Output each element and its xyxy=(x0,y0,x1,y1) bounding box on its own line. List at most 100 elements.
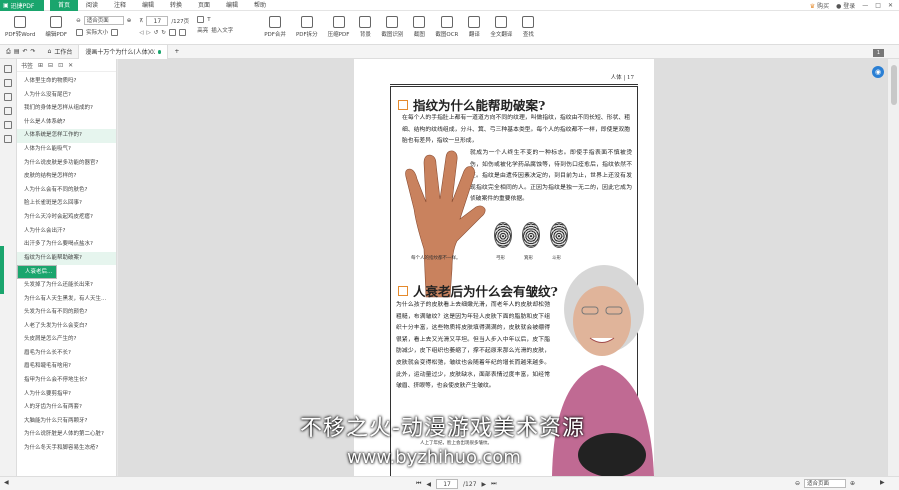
login-link[interactable]: ● 登录 xyxy=(836,1,855,10)
actual-size-button[interactable]: 实际大小 xyxy=(86,28,108,36)
zoom-select[interactable]: 适合页面 xyxy=(83,16,124,25)
bookmark-item[interactable]: 为什么说皮肤是多功能的器官? xyxy=(17,157,116,171)
bookmark-item[interactable]: 眉毛和睫毛有啥用? xyxy=(17,360,116,374)
status-zoom-in-icon[interactable]: ⊕ xyxy=(850,480,855,487)
scroll-right-icon[interactable]: ▶ xyxy=(880,479,885,486)
status-last-icon[interactable]: ⏭ xyxy=(491,480,496,488)
undo-icon[interactable]: ↺ xyxy=(154,30,159,36)
menu-item[interactable]: 编辑 xyxy=(134,0,162,11)
layers-panel-icon[interactable] xyxy=(4,135,12,143)
bookmark-item[interactable]: 指甲为什么会不停地生长? xyxy=(17,374,116,388)
bookmark-item[interactable]: 人体里生命的物质吗? xyxy=(17,75,116,89)
bookmark-item[interactable]: 什么是人体系统? xyxy=(17,116,116,130)
text-tool-icon[interactable]: T xyxy=(207,17,210,23)
redo-tab-icon[interactable]: ↷ xyxy=(31,48,36,55)
bookmark-close-icon[interactable]: ✕ xyxy=(68,62,73,69)
snapshot-button[interactable]: 截图 xyxy=(408,16,430,38)
close-icon[interactable]: ✕ xyxy=(888,2,893,9)
vertical-scrollbar[interactable] xyxy=(887,59,899,476)
minimize-icon[interactable]: — xyxy=(862,2,868,9)
status-zoom-select[interactable]: 适合页面 xyxy=(804,479,847,488)
bookmark-item[interactable]: 为什么有人天生黑发，有人天生... xyxy=(17,293,116,307)
bookmark-item[interactable]: 头发掉了为什么还能长出来? xyxy=(17,279,116,293)
bookmark-item[interactable]: 出汗多了为什么要喝点盐水? xyxy=(17,238,116,252)
status-page-input[interactable]: 17 xyxy=(436,479,459,489)
single-page-icon[interactable] xyxy=(178,29,186,36)
tab-workbench[interactable]: ⌂ 工作台 xyxy=(42,45,79,59)
tab-document[interactable]: 漫画十万个为什么(人体)02... xyxy=(78,44,169,59)
bookmark-item[interactable]: 人为什么要剪指甲? xyxy=(17,388,116,402)
sync-panel-icon[interactable] xyxy=(4,121,12,129)
compress-pdf-button[interactable]: 压缩PDF xyxy=(323,16,355,38)
menu-item[interactable]: 帮助 xyxy=(246,0,274,11)
bookmark-item[interactable]: 为什么天冷时会起鸡皮疙瘩? xyxy=(17,211,116,225)
bookmark-item[interactable]: 脸上长雀斑是怎么回事? xyxy=(17,197,116,211)
buy-link[interactable]: ♛ 购买 xyxy=(810,1,829,10)
screenshot-ocr-button[interactable]: 截图OCR xyxy=(430,16,463,38)
save-icon[interactable]: ▤ xyxy=(14,48,20,55)
maximize-icon[interactable]: □ xyxy=(875,2,881,9)
print-icon[interactable]: ⎙ xyxy=(6,48,11,56)
bookmark-item[interactable]: 指纹为什么能帮助破案? xyxy=(17,251,116,266)
menu-item[interactable]: 编辑 xyxy=(218,0,246,11)
status-next-icon[interactable]: ▶ xyxy=(482,481,487,488)
bookmark-item[interactable]: 眉毛为什么长不长? xyxy=(17,347,116,361)
new-tab-button[interactable]: + xyxy=(168,45,185,59)
translate-button[interactable]: 翻译 xyxy=(463,16,485,38)
pdf-merge-button[interactable]: PDF合并 xyxy=(259,16,291,38)
menu-item[interactable]: 阅读 xyxy=(78,0,106,11)
thumbnail-icon[interactable] xyxy=(168,29,176,36)
bookmark-item[interactable]: 人衰老后为什么会有皱纹? xyxy=(17,265,57,279)
first-page-icon[interactable]: ⊼ xyxy=(139,18,143,24)
fit-icon[interactable] xyxy=(76,28,84,36)
screenshot-recognize-button[interactable]: 截图识别 xyxy=(376,16,408,38)
menu-item[interactable]: 注释 xyxy=(106,0,134,11)
bookmark-delete-icon[interactable]: ⊟ xyxy=(48,62,53,69)
bookmark-panel-icon[interactable] xyxy=(4,65,12,73)
zoom-out-icon[interactable]: ⊖ xyxy=(76,18,81,24)
bookmark-item[interactable]: 人为什么没有尾巴? xyxy=(17,89,116,103)
scrollbar-thumb[interactable] xyxy=(891,65,897,105)
bookmark-item[interactable]: 皮肤的结构是怎样的? xyxy=(17,170,116,184)
bookmark-item[interactable]: 人老了头发为什么会变白? xyxy=(17,320,116,334)
bookmark-item[interactable]: 人为什么会出汗? xyxy=(17,225,116,239)
bookmark-add-icon[interactable]: ⊞ xyxy=(38,62,43,69)
comment-panel-icon[interactable] xyxy=(4,93,12,101)
pdf-to-word-button[interactable]: PDF转Word xyxy=(0,16,40,38)
edit-pdf-button[interactable]: 编辑PDF xyxy=(40,16,72,38)
menu-item[interactable]: 首页 xyxy=(50,0,78,11)
panel-collapse-handle[interactable] xyxy=(0,246,4,294)
bookmark-item[interactable]: 头发为什么有不同的颜色? xyxy=(17,306,116,320)
thumbnail-panel-icon[interactable] xyxy=(4,79,12,87)
menu-item[interactable]: 页面 xyxy=(190,0,218,11)
status-prev-icon[interactable]: ◀ xyxy=(426,481,431,488)
bookmark-item[interactable]: 人体系统是怎样工作的? xyxy=(17,129,116,143)
find-button[interactable]: 查找 xyxy=(517,16,539,38)
zoom-in-icon[interactable]: ⊕ xyxy=(127,18,132,24)
view-mode-icon[interactable] xyxy=(111,28,119,36)
status-zoom-out-icon[interactable]: ⊖ xyxy=(795,480,800,487)
bookmark-item[interactable]: 人为什么会有不同的肤色? xyxy=(17,184,116,198)
pdf-split-button[interactable]: PDF拆分 xyxy=(291,16,323,38)
next-page-icon[interactable]: ▷ xyxy=(147,30,151,36)
undo-tab-icon[interactable]: ↶ xyxy=(22,48,27,55)
bookmark-item[interactable]: 为什么冬天手和脚容易生冻疮? xyxy=(17,442,116,456)
hand-tool-icon[interactable] xyxy=(197,16,205,23)
bookmark-item[interactable]: 人体为什么能吸气? xyxy=(17,143,116,157)
menu-item[interactable]: 转换 xyxy=(162,0,190,11)
bookmark-item[interactable]: 大脑能为什么只有两颗牙? xyxy=(17,415,116,429)
background-button[interactable]: 背景 xyxy=(354,16,376,38)
prev-page-icon[interactable]: ◁ xyxy=(139,30,143,36)
highlight-button[interactable]: 高亮 xyxy=(197,26,208,34)
bookmark-item[interactable]: 我们的身体是怎样从组成的? xyxy=(17,102,116,116)
bookmark-item[interactable]: 人的牙齿为什么有两套? xyxy=(17,401,116,415)
status-first-icon[interactable]: ⏮ xyxy=(416,480,421,488)
attachment-panel-icon[interactable] xyxy=(4,107,12,115)
full-translate-button[interactable]: 全文翻译 xyxy=(485,16,517,38)
ai-assistant-icon[interactable]: ◉ xyxy=(872,66,884,78)
redo-icon[interactable]: ↻ xyxy=(161,30,166,36)
insert-text-button[interactable]: 插入文字 xyxy=(211,26,233,34)
bookmark-expand-icon[interactable]: ⊡ xyxy=(58,62,63,69)
scroll-left-icon[interactable]: ◀ xyxy=(4,479,9,486)
bookmark-item[interactable]: 为什么说肝脏是人体的第二心脏? xyxy=(17,428,116,442)
